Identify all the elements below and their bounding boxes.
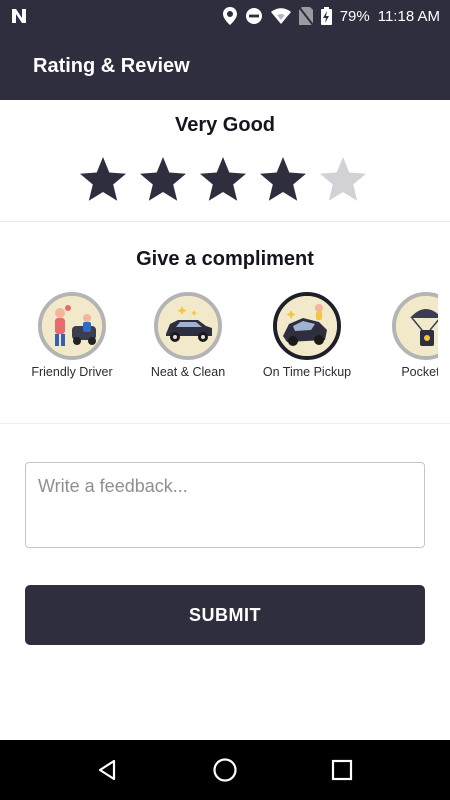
compliment-label: On Time Pickup (262, 365, 352, 379)
rating-label: Very Good (174, 114, 276, 136)
battery-percent: 79% (339, 7, 370, 25)
star-2-icon[interactable] (138, 155, 188, 205)
compliment-on-time-pickup[interactable]: On Time Pickup (247, 292, 367, 379)
compliment-friendly-driver[interactable]: Friendly Driver (12, 292, 132, 379)
home-icon[interactable] (205, 750, 245, 790)
compliment-title: Give a compliment (136, 248, 314, 270)
location-icon (222, 7, 237, 25)
pocket-friendly-icon (392, 292, 438, 360)
star-rating[interactable] (78, 155, 368, 205)
compliment-section: Give a compliment Friendly Driver Neat &… (0, 222, 450, 424)
n-notification-icon (10, 7, 28, 25)
star-4-icon[interactable] (258, 155, 308, 205)
star-5-icon[interactable] (318, 155, 368, 205)
compliment-pocket-friendly[interactable]: Pocket F (366, 292, 438, 379)
recents-icon[interactable] (322, 750, 362, 790)
clock: 11:18 AM (377, 7, 440, 25)
star-3-icon[interactable] (198, 155, 248, 205)
page-title: Rating & Review (33, 54, 190, 77)
status-bar: 79% 11:18 AM (0, 0, 450, 32)
no-sim-icon (298, 7, 313, 25)
friendly-driver-icon (38, 292, 106, 360)
submit-button[interactable]: SUBMIT (25, 585, 425, 645)
do-not-disturb-icon (245, 7, 263, 25)
wifi-icon (270, 8, 291, 24)
star-1-icon[interactable] (78, 155, 128, 205)
rating-section: Very Good (0, 100, 450, 222)
app-bar: Rating & Review (0, 32, 450, 100)
compliment-list[interactable]: Friendly Driver Neat & Clean On Time Pic… (0, 292, 438, 392)
compliment-label: Friendly Driver (31, 365, 113, 379)
battery-charging-icon (320, 7, 332, 25)
compliment-neat-clean[interactable]: Neat & Clean (128, 292, 248, 379)
back-icon[interactable] (88, 750, 128, 790)
on-time-pickup-icon (273, 292, 341, 360)
neat-clean-car-icon (154, 292, 222, 360)
system-nav-bar (0, 740, 450, 800)
compliment-label: Neat & Clean (150, 365, 226, 379)
compliment-label: Pocket F (401, 365, 438, 379)
feedback-input[interactable] (25, 462, 425, 548)
